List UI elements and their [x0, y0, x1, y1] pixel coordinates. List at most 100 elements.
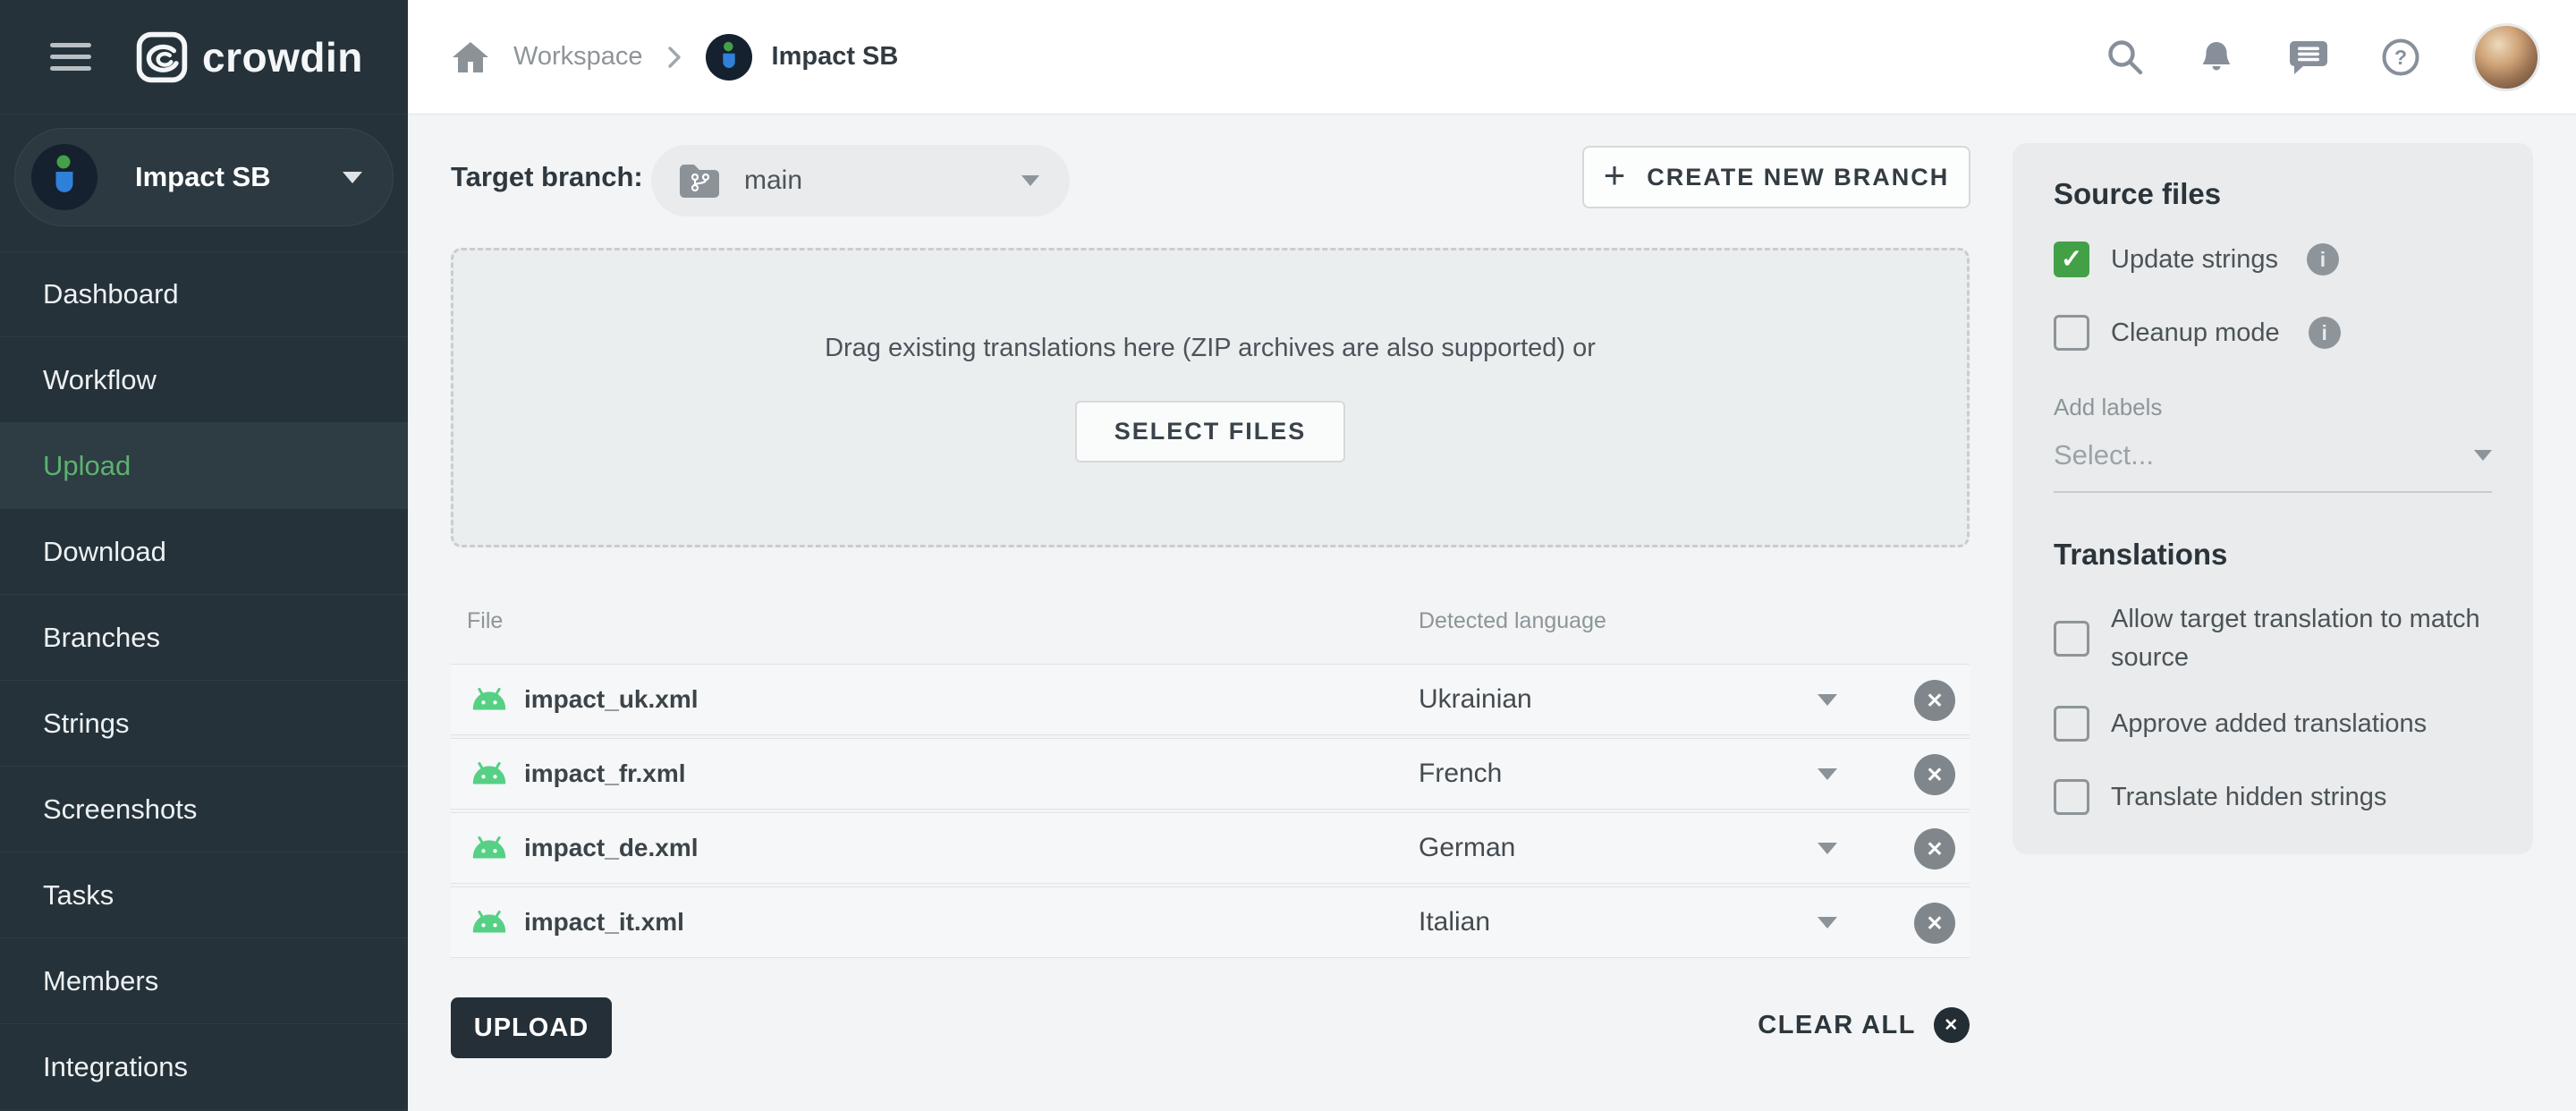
sidebar-nav: Dashboard Workflow Upload Download Branc…	[0, 251, 408, 1110]
remove-file-button[interactable]: ✕	[1914, 754, 1955, 795]
update-strings-option: ✓ Update strings i	[2054, 240, 2492, 279]
language-select[interactable]: German	[1419, 833, 1515, 863]
allow-match-source-option: Allow target translation to match source	[2054, 600, 2492, 677]
column-header-language: Detected language	[1419, 608, 1606, 634]
chevron-down-icon	[2474, 450, 2492, 461]
select-files-button[interactable]: SELECT FILES	[1075, 401, 1346, 462]
dropzone-hint: Drag existing translations here (ZIP arc…	[825, 334, 1596, 363]
menu-icon[interactable]	[50, 36, 91, 78]
table-row: impact_fr.xml French ✕	[451, 738, 1970, 810]
project-name: Impact SB	[135, 161, 271, 193]
sidebar-item-members[interactable]: Members	[0, 938, 408, 1024]
android-icon	[469, 686, 510, 713]
remove-file-button[interactable]: ✕	[1914, 903, 1955, 944]
cleanup-mode-checkbox[interactable]	[2054, 315, 2089, 351]
branch-folder-icon	[678, 162, 721, 199]
clear-all-button[interactable]: CLEAR ALL ✕	[1758, 1007, 1970, 1043]
android-icon	[469, 760, 510, 787]
cleanup-mode-option: Cleanup mode i	[2054, 313, 2492, 352]
sidebar-item-branches[interactable]: Branches	[0, 595, 408, 681]
chevron-down-icon[interactable]	[1818, 917, 1837, 929]
project-selector[interactable]: Impact SB	[14, 128, 394, 226]
upload-button[interactable]: UPLOAD	[451, 997, 612, 1058]
language-select[interactable]: Italian	[1419, 907, 1490, 937]
info-icon[interactable]: i	[2309, 317, 2341, 349]
sidebar-item-dashboard[interactable]: Dashboard	[0, 251, 408, 337]
approve-added-option: Approve added translations	[2054, 704, 2492, 743]
checkbox-label: Cleanup mode	[2111, 314, 2280, 352]
breadcrumb-project[interactable]: Impact SB	[772, 42, 899, 72]
main-content: Target branch: main + CREATE NEW BRANCH …	[408, 114, 2576, 1111]
file-name: impact_de.xml	[524, 834, 699, 862]
source-files-heading: Source files	[2054, 177, 2492, 211]
column-header-file: File	[467, 608, 503, 634]
upload-dropzone[interactable]: Drag existing translations here (ZIP arc…	[451, 248, 1970, 547]
sidebar-header: crowdin	[0, 0, 408, 114]
remove-file-button[interactable]: ✕	[1914, 828, 1955, 869]
checkbox-label: Update strings	[2111, 241, 2278, 279]
file-name: impact_it.xml	[524, 908, 684, 937]
home-icon[interactable]	[451, 39, 490, 75]
chevron-down-icon[interactable]	[1818, 694, 1837, 706]
breadcrumb-workspace[interactable]: Workspace	[513, 42, 643, 72]
check-icon: ✓	[2061, 247, 2082, 273]
labels-select-placeholder: Select...	[2054, 439, 2154, 471]
crowdin-logo-text: crowdin	[202, 33, 363, 81]
crowdin-logo-icon	[136, 31, 188, 83]
translate-hidden-option: Translate hidden strings	[2054, 777, 2492, 817]
file-name: impact_uk.xml	[524, 685, 699, 714]
chevron-down-icon	[343, 172, 362, 183]
language-select[interactable]: Ukrainian	[1419, 684, 1532, 715]
breadcrumb-project-avatar	[706, 34, 752, 81]
create-new-branch-button[interactable]: + CREATE NEW BRANCH	[1582, 146, 1970, 208]
files-table: impact_uk.xml Ukrainian ✕ impact_fr.xml …	[451, 664, 1970, 961]
android-icon	[469, 909, 510, 936]
file-name: impact_fr.xml	[524, 759, 686, 788]
info-icon[interactable]: i	[2307, 243, 2339, 276]
language-select[interactable]: French	[1419, 759, 1502, 789]
chevron-down-icon[interactable]	[1818, 843, 1837, 854]
messages-icon[interactable]	[2288, 38, 2329, 77]
clear-all-icon: ✕	[1934, 1007, 1970, 1043]
sidebar-item-screenshots[interactable]: Screenshots	[0, 767, 408, 852]
search-icon[interactable]	[2106, 38, 2145, 77]
approve-added-checkbox[interactable]	[2054, 706, 2089, 742]
top-bar-actions: ?	[2106, 23, 2540, 91]
sidebar-item-strings[interactable]: Strings	[0, 681, 408, 767]
clear-all-label: CLEAR ALL	[1758, 1011, 1916, 1040]
labels-select[interactable]: Select...	[2054, 439, 2492, 493]
sidebar-item-tasks[interactable]: Tasks	[0, 852, 408, 938]
notifications-icon[interactable]	[2197, 38, 2236, 77]
branch-select[interactable]: main	[651, 145, 1070, 216]
sidebar: crowdin Impact SB Dashboard Workflow Upl…	[0, 0, 408, 1111]
update-strings-checkbox[interactable]: ✓	[2054, 242, 2089, 277]
table-row: impact_uk.xml Ukrainian ✕	[451, 664, 1970, 735]
top-bar: Workspace Impact SB	[408, 0, 2576, 114]
plus-icon: +	[1604, 157, 1626, 194]
sidebar-item-upload[interactable]: Upload	[0, 423, 408, 509]
create-new-branch-label: CREATE NEW BRANCH	[1647, 164, 1949, 191]
sidebar-item-workflow[interactable]: Workflow	[0, 337, 408, 423]
sidebar-item-download[interactable]: Download	[0, 509, 408, 595]
sidebar-item-integrations[interactable]: Integrations	[0, 1024, 408, 1110]
remove-file-button[interactable]: ✕	[1914, 680, 1955, 721]
allow-match-source-checkbox[interactable]	[2054, 621, 2089, 657]
table-row: impact_it.xml Italian ✕	[451, 886, 1970, 958]
project-avatar	[31, 144, 97, 210]
checkbox-label: Translate hidden strings	[2111, 778, 2386, 817]
target-branch-label: Target branch:	[451, 161, 643, 193]
breadcrumb-chevron-icon	[668, 47, 681, 68]
chevron-down-icon	[1021, 175, 1039, 186]
crowdin-logo[interactable]: crowdin	[136, 31, 363, 83]
table-row: impact_de.xml German ✕	[451, 812, 1970, 884]
svg-text:?: ?	[2394, 46, 2407, 69]
add-labels-label: Add labels	[2054, 394, 2492, 421]
translate-hidden-checkbox[interactable]	[2054, 779, 2089, 815]
help-icon[interactable]: ?	[2381, 38, 2420, 77]
translations-heading: Translations	[2054, 538, 2492, 572]
chevron-down-icon[interactable]	[1818, 768, 1837, 780]
checkbox-label: Approve added translations	[2111, 705, 2427, 743]
user-avatar[interactable]	[2472, 23, 2540, 91]
android-icon	[469, 835, 510, 861]
upload-options-panel: Source files ✓ Update strings i Cleanup …	[2012, 143, 2533, 854]
